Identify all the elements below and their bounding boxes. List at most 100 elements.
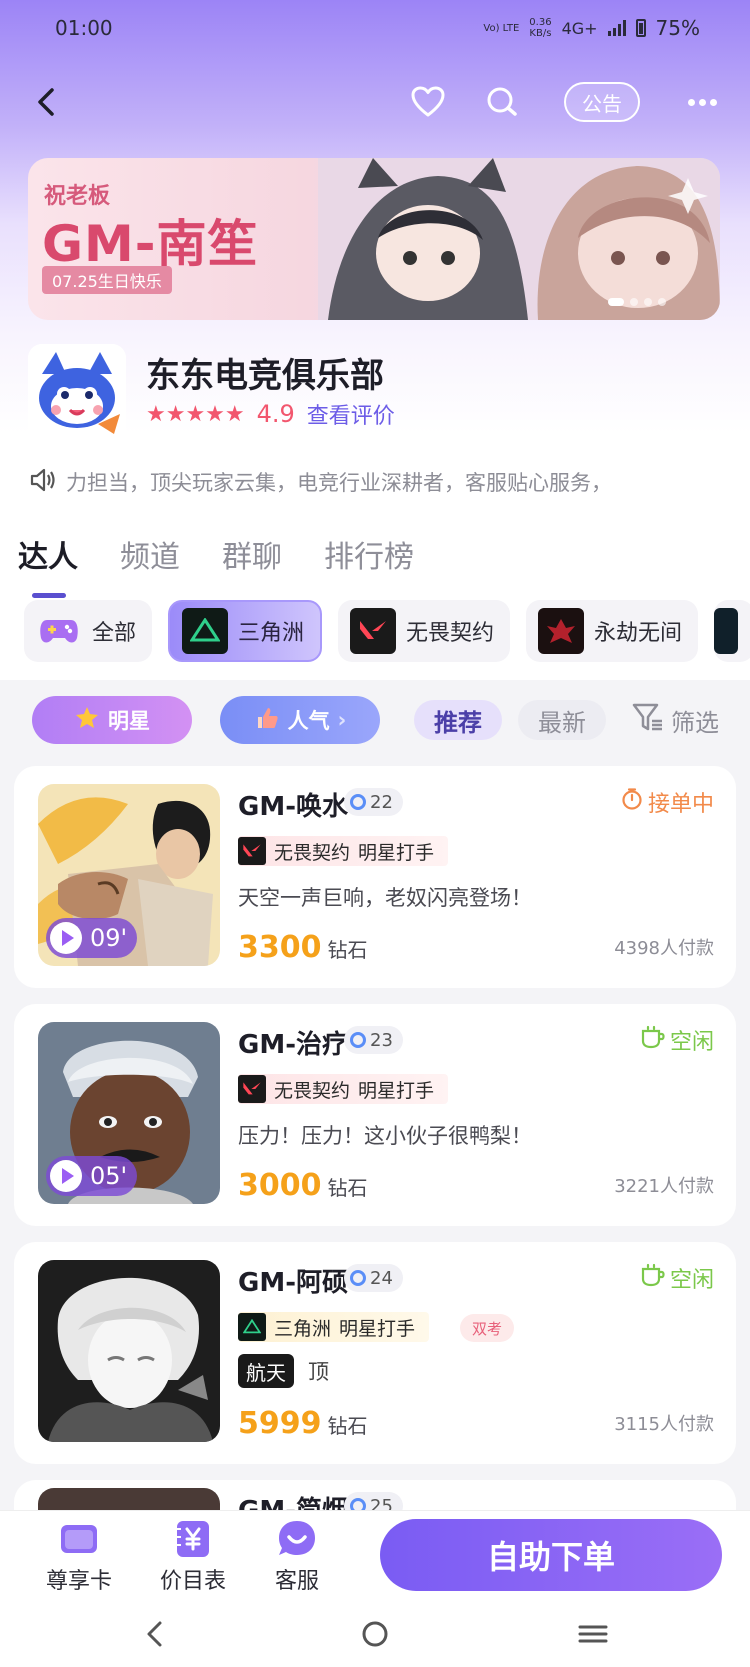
player-level: 23 [344,1026,403,1054]
view-reviews-link[interactable]: 查看评价 [307,398,395,430]
network-speed: 0.36 KB/s [529,17,551,39]
tab-leaderboard[interactable]: 排行榜 [324,532,414,588]
filter-button[interactable]: 筛选 [620,700,730,740]
yen-list-icon [171,1517,215,1561]
announcement-text: 力担当，顶尖玩家云集，电竞行业深耕者，客服贴心服务， [66,471,612,495]
banner-pagination [608,298,666,306]
valorant-icon [238,1075,266,1103]
thumbs-up-icon [254,705,280,736]
status-label: 空闲 [669,1268,714,1293]
game-name: 无畏契约 [274,1079,351,1102]
game-chip-all[interactable]: 全部 [24,600,153,662]
level-icon [350,1032,366,1048]
player-level: 25 [344,1492,403,1510]
sort-recommend-button[interactable]: 推荐 [414,700,502,740]
vip-card-label: 尊享卡 [45,1569,112,1594]
speed-value: 0.36 [529,17,552,28]
notice-button[interactable]: 公告 [564,82,640,122]
favorite-heart-icon[interactable] [408,82,448,122]
player-card[interactable]: 09' GM-唤水 22 接单中 无畏契约 明星打手 天空一声巨响，老奴闪亮登场… [14,766,736,988]
filter-label: 筛选 [671,708,719,737]
customer-service-button[interactable]: 客服 [252,1517,342,1595]
game-chip-label: 无畏契约 [406,621,495,646]
status-icons: Vo) LTE 0.36 KB/s 4G+ 75% [483,16,700,40]
card-icon [57,1517,101,1561]
more-icon[interactable] [682,82,722,122]
promo-banner[interactable]: 祝老板 GM-南笙 07.25生日快乐 [28,158,720,320]
player-name: GM-唤水 [238,792,349,822]
network-type: 4G+ [561,18,598,38]
system-home-icon[interactable] [360,1619,390,1653]
system-recents-icon[interactable] [578,1619,608,1653]
player-card[interactable]: 05' GM-治疗 23 空闲 无畏契约 明星打手 压力！压力！这小伙子很鸭梨！… [14,1004,736,1226]
tab-group-chat[interactable]: 群聊 [222,532,282,588]
game-chip-label: 三角洲 [238,621,305,646]
clock: 01:00 [55,16,113,40]
game-chip-more[interactable] [714,600,750,662]
price-unit: 钻石 [327,1414,368,1438]
game-chip-naraka[interactable]: 永劫无间 [526,600,699,662]
player-game-tag: 无畏契约 明星打手 [238,836,449,866]
game-chip-valorant[interactable]: 无畏契约 [338,600,511,662]
price-unit: 钻石 [327,1176,368,1200]
price-unit: 钻石 [327,938,368,962]
chat-smile-icon [275,1517,319,1561]
main-tabs: 达人 频道 群聊 排行榜 [18,532,414,598]
game-filter-chips: 全部 三角洲 无畏契约 永劫无间 [24,600,750,664]
delta-force-icon [182,608,229,654]
player-status: 空闲 [640,1262,714,1294]
tab-channels[interactable]: 频道 [120,532,180,588]
filter-row: 明星 人气 › 推荐 最新 筛选 [0,680,750,762]
more-game-icon [714,608,739,654]
player-card[interactable]: GM-阿硕 24 空闲 三角洲 明星打手 双考 航天 顶 5999 钻石 311… [14,1242,736,1464]
player-description: 压力！压力！这小伙子很鸭梨！ [238,1124,532,1148]
player-role: 明星打手 [358,1079,435,1102]
player-photo [38,1488,220,1510]
player-photo: 05' [38,1022,220,1204]
vip-card-button[interactable]: 尊享卡 [34,1517,124,1595]
price-value: 3000 [238,1168,322,1203]
rating-value: 4.9 [256,400,295,428]
timer-icon [620,787,644,817]
tab-experts[interactable]: 达人 [18,532,78,598]
popularity-filter-button[interactable]: 人气 › [220,696,380,744]
announcement-bar[interactable]: 力担当，顶尖玩家云集，电竞行业深耕者，客服贴心服务， [28,462,728,502]
player-level: 22 [344,788,403,816]
status-label: 空闲 [669,1030,714,1055]
paid-count: 3221人付款 [614,1176,714,1197]
sort-latest-button[interactable]: 最新 [518,700,606,740]
game-chip-delta-force[interactable]: 三角洲 [168,600,323,662]
game-name: 无畏契约 [274,841,351,864]
level-icon [350,1498,366,1510]
system-back-icon[interactable] [140,1619,170,1653]
naraka-icon [538,608,585,654]
price-value: 3300 [238,930,322,965]
level-icon [350,1270,366,1286]
video-badge[interactable]: 05' [46,1156,138,1196]
player-rank: 航天 顶 [238,1354,329,1388]
game-name: 三角洲 [274,1317,332,1340]
back-icon[interactable] [28,82,68,122]
player-game-tag: 三角洲 明星打手 [238,1312,430,1342]
player-game-tag: 无畏契约 明星打手 [238,1074,449,1104]
player-status: 空闲 [640,1024,714,1056]
funnel-icon [631,700,665,740]
club-name: 东东电竞俱乐部 [146,356,384,396]
popularity-filter-label: 人气 [287,709,330,733]
star-filter-button[interactable]: 明星 [32,696,192,744]
video-duration: 05' [90,1162,128,1190]
video-badge[interactable]: 09' [46,918,138,958]
price-list-label: 价目表 [159,1569,226,1594]
speaker-icon [28,465,58,499]
self-order-button[interactable]: 自助下单 [380,1519,722,1591]
player-role: 明星打手 [358,841,435,864]
player-card[interactable]: GM-简烟 25 [14,1480,736,1510]
rank-note: 顶 [308,1360,329,1384]
player-photo [38,1260,220,1442]
cup-icon [640,1025,666,1055]
search-icon[interactable] [482,82,522,122]
level-value: 24 [370,1267,393,1289]
cup-icon [640,1263,666,1293]
price-list-button[interactable]: 价目表 [148,1517,238,1595]
paid-count: 4398人付款 [614,938,714,959]
